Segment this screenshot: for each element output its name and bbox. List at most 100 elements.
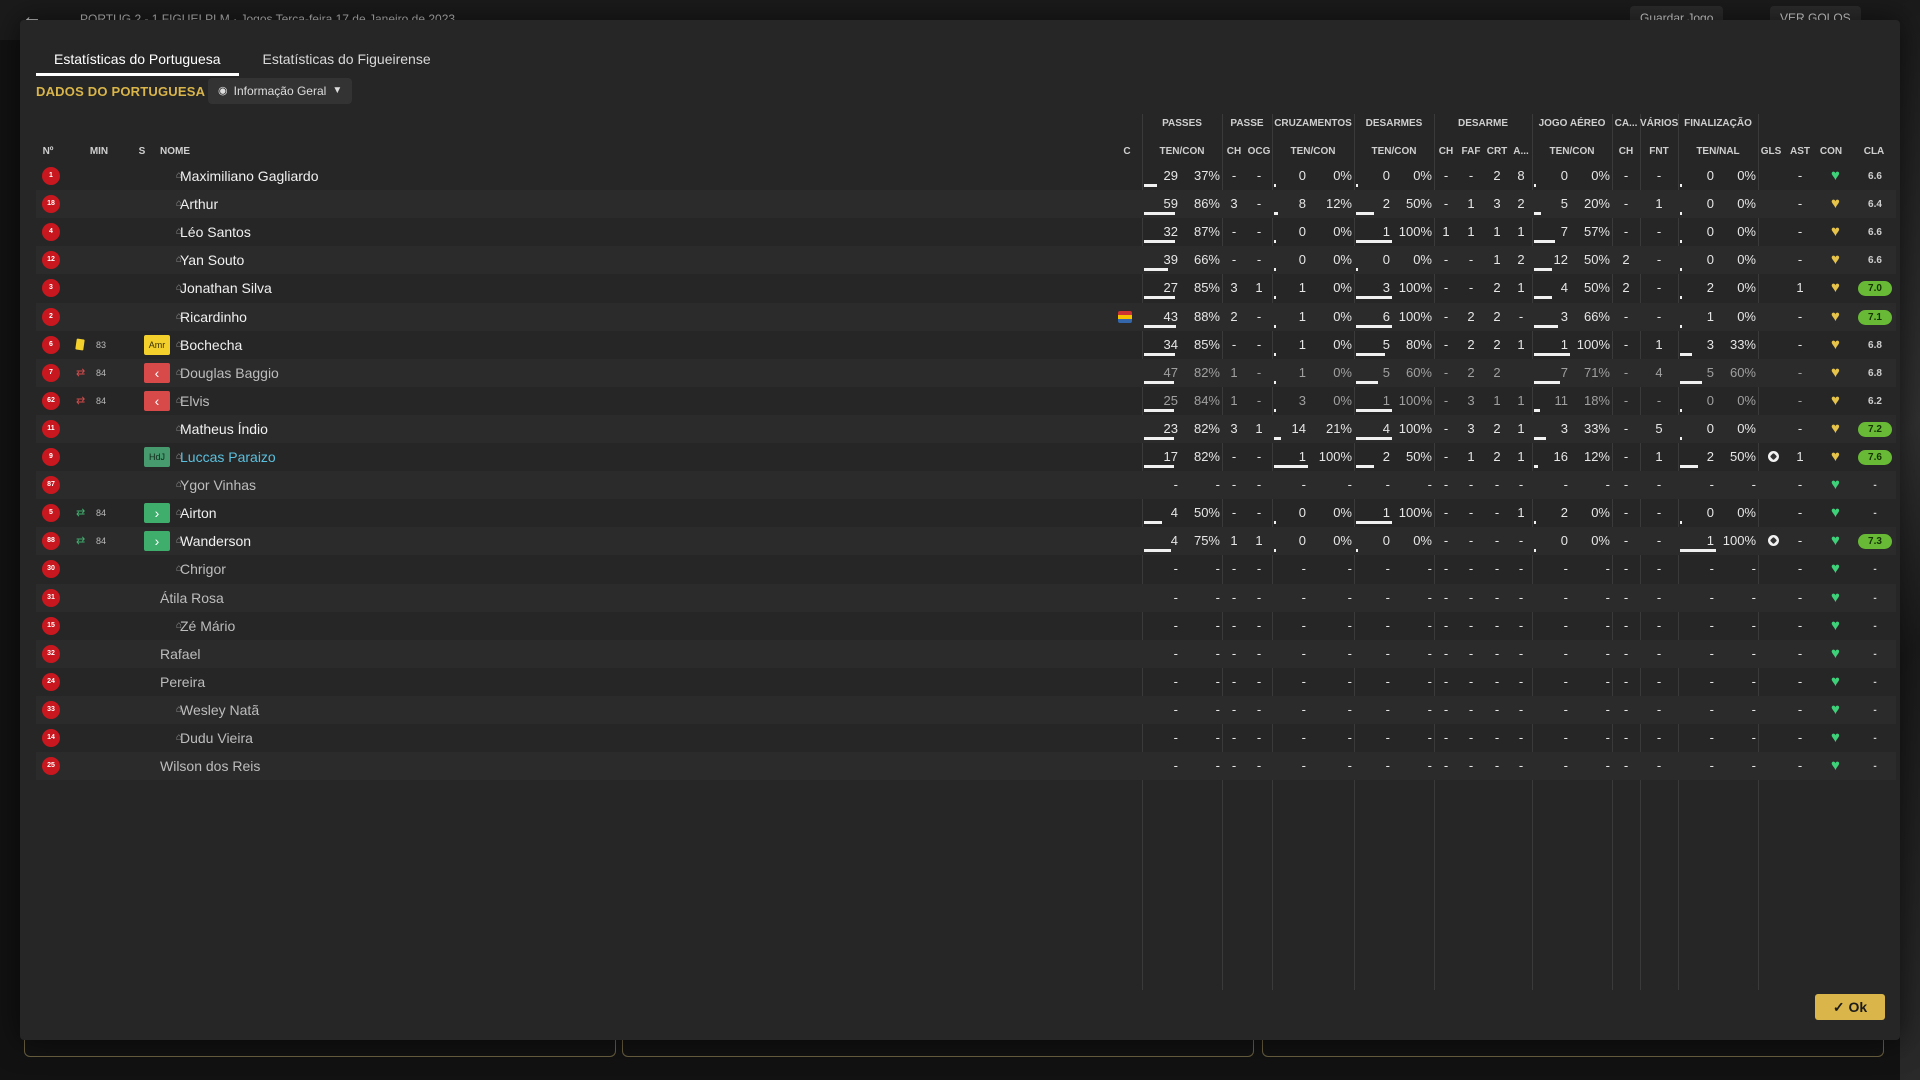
stat-cell: - bbox=[1494, 505, 1500, 521]
col-header-fnt[interactable]: FNT bbox=[1640, 146, 1678, 157]
player-name[interactable]: Pereira bbox=[160, 668, 205, 696]
player-row[interactable]: 32 Rafael - - - - - - - - - - - - - - - - - - - ♥ - bbox=[36, 639, 1896, 668]
player-row[interactable]: 25 Wilson dos Reis - - - - - - - - - - - - - - - - - - - ♥ - bbox=[36, 752, 1896, 781]
player-row[interactable]: 5 ⇄ 84 › ⌂ Airton 4 50% - -0 0% 1 100% - - -1 2 0% - -0 0% - ♥… bbox=[36, 499, 1896, 527]
ok-button[interactable]: ✓ Ok bbox=[1815, 994, 1885, 1020]
stat-cell: - bbox=[1385, 758, 1390, 774]
tab-portuguesa[interactable]: Estatísticas do Portuguesa bbox=[36, 46, 239, 76]
yellow-card-badge: Amr bbox=[144, 334, 170, 355]
success-rate-bar bbox=[1534, 296, 1552, 300]
col-header-desarme-ch[interactable]: CH bbox=[1434, 146, 1458, 157]
shirt-number-icon: 62 bbox=[42, 391, 60, 410]
player-name[interactable]: Wanderson bbox=[180, 527, 251, 555]
stat-cell: - bbox=[1347, 561, 1352, 577]
stat-cell: - bbox=[1468, 730, 1474, 745]
col-header-des-tencon[interactable]: TEN/CON bbox=[1354, 146, 1434, 157]
tab-figueirense[interactable]: Estatísticas do Figueirense bbox=[245, 46, 449, 76]
stat-cell: - bbox=[1656, 533, 1662, 549]
stat-cell: - bbox=[1656, 617, 1662, 633]
stat-cell: - bbox=[1709, 645, 1714, 661]
view-dropdown[interactable]: ◉ Informação Geral ▼ bbox=[208, 78, 353, 104]
player-name[interactable]: Léo Santos bbox=[180, 218, 251, 246]
col-header-cla[interactable]: CLA bbox=[1856, 146, 1892, 157]
player-row[interactable]: 4 ⌂ Léo Santos 32 87% - -0 0% 1 100% 1 1 1 1 7 57% - -0 0%… bbox=[36, 218, 1896, 246]
col-header-num[interactable]: Nº bbox=[36, 146, 60, 157]
col-header-aereo-tencon[interactable]: TEN/CON bbox=[1532, 146, 1612, 157]
stat-cell: 0% bbox=[1413, 252, 1432, 268]
col-header-min[interactable]: MIN bbox=[84, 146, 114, 157]
player-row[interactable]: 33 ⌂ Wesley Natã - - - - - - - - - - - - - - - - - - - ♥ - bbox=[36, 695, 1896, 724]
player-row[interactable]: 87 ⌂ Ygor Vinhas - - - - - - - - - - - - - - - - - - - ♥ - bbox=[36, 471, 1896, 500]
col-header-con[interactable]: CON bbox=[1816, 146, 1846, 157]
player-name[interactable]: Airton bbox=[180, 499, 217, 527]
col-header-c[interactable]: C bbox=[1120, 146, 1134, 157]
player-name[interactable]: Wesley Natã bbox=[180, 696, 259, 724]
player-rating: 7.1 bbox=[1858, 309, 1892, 325]
col-header-passes-tencon[interactable]: TEN/CON bbox=[1142, 146, 1222, 157]
player-name[interactable]: Rafael bbox=[160, 640, 200, 668]
player-name[interactable]: Matheus Índio bbox=[180, 415, 268, 443]
stat-cell: 1 bbox=[1655, 336, 1663, 352]
stat-cell: - bbox=[1231, 477, 1237, 493]
stat-cell: 50% bbox=[1583, 252, 1610, 268]
stat-cell: - bbox=[1797, 589, 1803, 605]
player-name[interactable]: Chrigor bbox=[180, 555, 226, 583]
col-header-passe-ch[interactable]: CH bbox=[1222, 146, 1246, 157]
col-header-gls[interactable]: GLS bbox=[1758, 146, 1784, 157]
player-row[interactable]: 24 Pereira - - - - - - - - - - - - - - - - - - - ♥ - bbox=[36, 668, 1896, 696]
player-row[interactable]: 9 HdJ ⌂ Luccas Paraizo 17 82% - -1 100% 2 50% -1 2 1 1… bbox=[36, 443, 1896, 471]
col-header-desarme-faf[interactable]: FAF bbox=[1458, 146, 1484, 157]
player-name[interactable]: Luccas Paraizo bbox=[180, 443, 276, 471]
player-row[interactable]: 11 ⌂ Matheus Índio 23 82% 3 1 14 21% 4 100% -3 2 1 3 33… bbox=[36, 414, 1896, 443]
player-row[interactable]: 88 ⇄ 84 › ⌂ Wanderson 4 75% 1 1 0 0% 0 0% - - - -0 0% - -1 10… bbox=[36, 527, 1896, 556]
col-header-fin-tennal[interactable]: TEN/NAL bbox=[1678, 146, 1758, 157]
stat-cell: - bbox=[1256, 364, 1262, 380]
player-row[interactable]: 3 ⌂ Jonathan Silva 27 85% 3 1 1 0% 3 100% - -2 1 4 50% 2… bbox=[36, 274, 1896, 302]
player-row[interactable]: 62 ⇄ 84 ‹ ⌂ Elvis 25 84% 1-3 0% 1 100% -3 1 1 11 18% - -0 0… bbox=[36, 387, 1896, 415]
player-row[interactable]: 18 ⌂ Arthur 59 86% 3-8 12% 2 50% -1 3 2 5 20% -1 0 0% - ♥ 6… bbox=[36, 190, 1896, 219]
col-header-s[interactable]: S bbox=[132, 146, 152, 157]
player-name[interactable]: Dudu Vieira bbox=[180, 724, 253, 752]
player-name[interactable]: Douglas Baggio bbox=[180, 359, 279, 387]
stat-cell: 2 bbox=[1493, 420, 1501, 436]
player-name[interactable]: Ygor Vinhas bbox=[180, 471, 256, 499]
player-name[interactable]: Maximiliano Gagliardo bbox=[180, 162, 319, 190]
col-header-ca-ch[interactable]: CH bbox=[1612, 146, 1640, 157]
col-header-desarme-crt[interactable]: CRT bbox=[1484, 146, 1510, 157]
col-header-nome[interactable]: NOME bbox=[160, 146, 190, 157]
player-name[interactable]: Arthur bbox=[180, 190, 218, 218]
success-rate-bar bbox=[1144, 268, 1168, 272]
player-name[interactable]: Jonathan Silva bbox=[180, 274, 272, 302]
player-name[interactable]: Elvis bbox=[180, 387, 210, 415]
player-name[interactable]: Ricardinho bbox=[180, 303, 247, 331]
player-name[interactable]: Yan Souto bbox=[180, 246, 244, 274]
col-header-cruz-tencon[interactable]: TEN/CON bbox=[1272, 146, 1354, 157]
player-row[interactable]: 6 83 Amr ⌂ Bochecha 34 85% - -1 0% 5 80% -2 2 1 1 100% -1… bbox=[36, 331, 1896, 359]
stat-cell: 0% bbox=[1333, 364, 1352, 380]
stat-cell: - bbox=[1215, 617, 1220, 633]
stat-cell: 57% bbox=[1583, 224, 1610, 240]
stat-cell: - bbox=[1605, 561, 1610, 577]
player-row[interactable]: 12 ⌂ Yan Souto 39 66% - -0 0% 0 0% - -1 2 12 50% 2-0 0% -… bbox=[36, 246, 1896, 275]
stat-cell: 100% bbox=[1398, 280, 1432, 296]
stat-cell: - bbox=[1215, 701, 1220, 717]
col-header-ast[interactable]: AST bbox=[1788, 146, 1812, 157]
col-header-desarme-a[interactable]: A... bbox=[1510, 146, 1532, 157]
success-rate-bar bbox=[1144, 465, 1174, 468]
player-row[interactable]: 7 ⇄ 84 ‹ ⌂ Douglas Baggio 47 82% 1-1 0% 5 60% -2 2 7 71… bbox=[36, 358, 1896, 387]
player-name[interactable]: Átila Rosa bbox=[160, 584, 224, 612]
player-row[interactable]: 15 ⌂ Zé Mário - - - - - - - - - - - - - - - - - - - ♥ - bbox=[36, 612, 1896, 640]
player-name[interactable]: Wilson dos Reis bbox=[160, 752, 260, 780]
player-row[interactable]: 31 Átila Rosa - - - - - - - - - - - - - - - - - - - ♥ - bbox=[36, 583, 1896, 612]
stat-cell: 5 bbox=[1655, 420, 1663, 436]
success-rate-bar bbox=[1356, 268, 1358, 272]
stat-cell: - bbox=[1751, 561, 1756, 577]
player-row[interactable]: 1 ⌂ Maximiliano Gagliardo 29 37% - -0 0% 0 0% - -2 8… bbox=[36, 162, 1896, 190]
success-rate-bar bbox=[1144, 240, 1175, 244]
col-header-passe-ocg[interactable]: OCG bbox=[1246, 146, 1272, 157]
player-row[interactable]: 14 ⌂ Dudu Vieira - - - - - - - - - - - - - - - - - - - ♥ - bbox=[36, 724, 1896, 752]
player-name[interactable]: Bochecha bbox=[180, 331, 242, 359]
player-row[interactable]: 2 ⌂ Ricardinho 43 88% 2-1 0% 6 100% -2 2-3 66% - -1 0%… bbox=[36, 302, 1896, 331]
player-row[interactable]: 30 ⌂ Chrigor - - - - - - - - - - - - - - - - - - - ♥ - bbox=[36, 555, 1896, 583]
player-name[interactable]: Zé Mário bbox=[180, 612, 235, 640]
